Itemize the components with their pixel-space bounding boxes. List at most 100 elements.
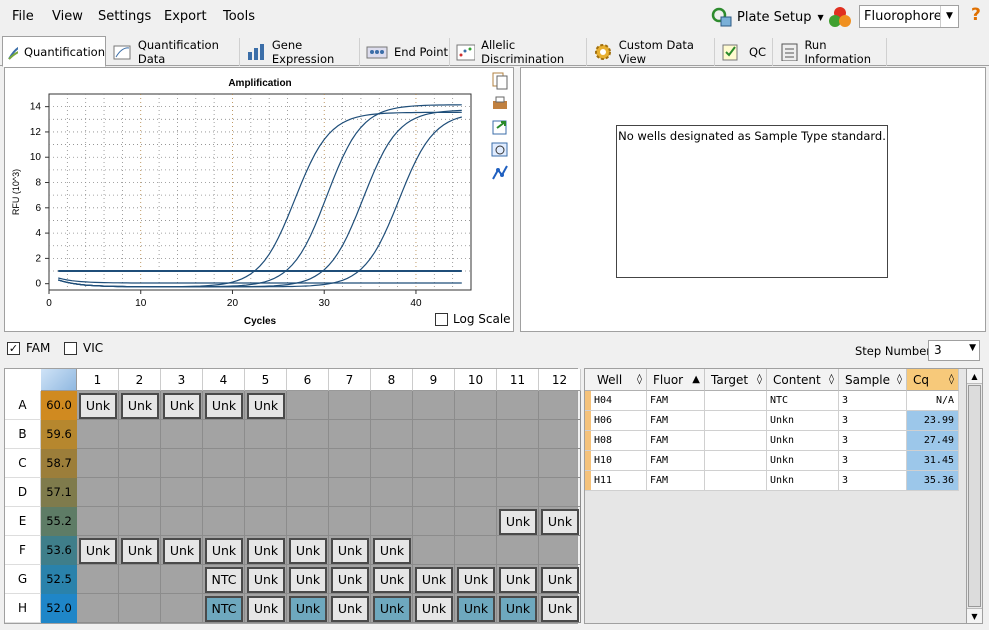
well-content-g12[interactable]: Unk <box>541 567 579 593</box>
export-icon[interactable] <box>491 118 509 136</box>
tab-gene-expression[interactable]: Gene Expression <box>242 38 360 66</box>
well-cell[interactable] <box>203 449 245 478</box>
well-content-h6[interactable]: Unk <box>289 596 327 622</box>
table-cell-content[interactable]: Unkn <box>767 451 839 471</box>
column-header[interactable]: 10 <box>455 369 497 391</box>
well-cell[interactable] <box>287 420 329 449</box>
column-header-sample[interactable]: Sample ◊ <box>839 369 907 391</box>
well-content-f6[interactable]: Unk <box>289 538 327 564</box>
well-cell[interactable] <box>161 449 203 478</box>
well-cell[interactable] <box>245 507 287 536</box>
well-cell[interactable] <box>371 507 413 536</box>
tab-custom-data-view[interactable]: Custom Data View <box>589 38 715 66</box>
well-content-g9[interactable]: Unk <box>415 567 453 593</box>
well-content-g6[interactable]: Unk <box>289 567 327 593</box>
column-header[interactable]: 3 <box>161 369 203 391</box>
scroll-down-icon[interactable]: ▼ <box>967 608 982 623</box>
fam-filter[interactable]: ✓ FAM <box>7 341 50 355</box>
well-cell[interactable] <box>539 536 581 565</box>
table-cell-well[interactable]: H08 <box>591 431 647 451</box>
well-content-a2[interactable]: Unk <box>121 393 159 419</box>
row-header[interactable]: F <box>5 536 41 565</box>
well-cell[interactable] <box>413 536 455 565</box>
table-cell-well[interactable]: H11 <box>591 471 647 491</box>
well-cell[interactable] <box>497 391 539 420</box>
well-cell[interactable] <box>161 594 203 623</box>
well-cell[interactable] <box>329 478 371 507</box>
column-header-content[interactable]: Content ◊ <box>767 369 839 391</box>
table-cell-cq[interactable]: 35.36 <box>907 471 959 491</box>
table-cell-cq[interactable]: N/A <box>907 391 959 411</box>
well-cell[interactable] <box>539 478 581 507</box>
tab-qc[interactable]: QC <box>717 38 773 66</box>
table-cell-well[interactable]: H04 <box>591 391 647 411</box>
well-cell[interactable] <box>497 536 539 565</box>
table-cell-sample[interactable]: 3 <box>839 471 907 491</box>
column-header[interactable]: 12 <box>539 369 581 391</box>
row-header[interactable]: G <box>5 565 41 594</box>
well-cell[interactable] <box>203 507 245 536</box>
table-cell-cq[interactable]: 27.49 <box>907 431 959 451</box>
table-cell-fluor[interactable]: FAM <box>647 431 705 451</box>
well-cell[interactable] <box>287 478 329 507</box>
step-number-select[interactable]: 3 ▼ <box>928 340 980 361</box>
row-header[interactable]: D <box>5 478 41 507</box>
tab-run-information[interactable]: Run Information <box>775 38 887 66</box>
table-cell-cq[interactable]: 31.45 <box>907 451 959 471</box>
table-cell-target[interactable] <box>705 391 767 411</box>
well-cell[interactable] <box>455 507 497 536</box>
well-cell[interactable] <box>413 507 455 536</box>
table-scrollbar[interactable]: ▲ ▼ <box>966 368 983 624</box>
well-content-f4[interactable]: Unk <box>205 538 243 564</box>
column-header[interactable]: 7 <box>329 369 371 391</box>
well-cell[interactable] <box>455 449 497 478</box>
row-header[interactable]: A <box>5 391 41 420</box>
well-cell[interactable] <box>161 420 203 449</box>
column-header-well[interactable]: Well ◊ <box>591 369 647 391</box>
well-cell[interactable] <box>119 565 161 594</box>
log-scale-checkbox[interactable] <box>435 312 448 326</box>
table-cell-sample[interactable]: 3 <box>839 391 907 411</box>
well-cell[interactable] <box>77 565 119 594</box>
plate-setup-button[interactable]: Plate Setup ▼ <box>710 5 824 29</box>
well-cell[interactable] <box>539 391 581 420</box>
well-cell[interactable] <box>161 565 203 594</box>
well-content-f7[interactable]: Unk <box>331 538 369 564</box>
row-header[interactable]: H <box>5 594 41 623</box>
well-cell[interactable] <box>245 478 287 507</box>
well-content-a1[interactable]: Unk <box>79 393 117 419</box>
table-cell-well[interactable]: H06 <box>591 411 647 431</box>
well-cell[interactable] <box>497 449 539 478</box>
column-header[interactable]: 1 <box>77 369 119 391</box>
well-cell[interactable] <box>287 507 329 536</box>
well-cell[interactable] <box>371 478 413 507</box>
well-content-h9[interactable]: Unk <box>415 596 453 622</box>
well-cell[interactable] <box>77 478 119 507</box>
column-header[interactable]: 4 <box>203 369 245 391</box>
well-content-g11[interactable]: Unk <box>499 567 537 593</box>
well-content-h4[interactable]: NTC <box>205 596 243 622</box>
well-content-h8[interactable]: Unk <box>373 596 411 622</box>
well-cell[interactable] <box>539 420 581 449</box>
table-cell-target[interactable] <box>705 451 767 471</box>
table-cell-well[interactable]: H10 <box>591 451 647 471</box>
row-header[interactable]: B <box>5 420 41 449</box>
well-content-g4[interactable]: NTC <box>205 567 243 593</box>
well-cell[interactable] <box>119 449 161 478</box>
help-icon[interactable]: ? <box>971 5 981 25</box>
scroll-up-icon[interactable]: ▲ <box>967 369 982 384</box>
menu-tools[interactable]: Tools <box>223 9 255 24</box>
menu-settings[interactable]: Settings <box>98 9 151 24</box>
well-cell[interactable] <box>287 449 329 478</box>
column-header-target[interactable]: Target ◊ <box>705 369 767 391</box>
well-content-f8[interactable]: Unk <box>373 538 411 564</box>
well-cell[interactable] <box>455 478 497 507</box>
well-cell[interactable] <box>455 536 497 565</box>
fluorophore-select[interactable]: Fluorophore ▼ <box>859 5 959 28</box>
print-icon[interactable] <box>491 95 509 113</box>
well-cell[interactable] <box>203 420 245 449</box>
well-cell[interactable] <box>161 507 203 536</box>
tab-quantification-data[interactable]: Quantification Data <box>108 38 240 66</box>
well-cell[interactable] <box>77 594 119 623</box>
well-cell[interactable] <box>329 391 371 420</box>
